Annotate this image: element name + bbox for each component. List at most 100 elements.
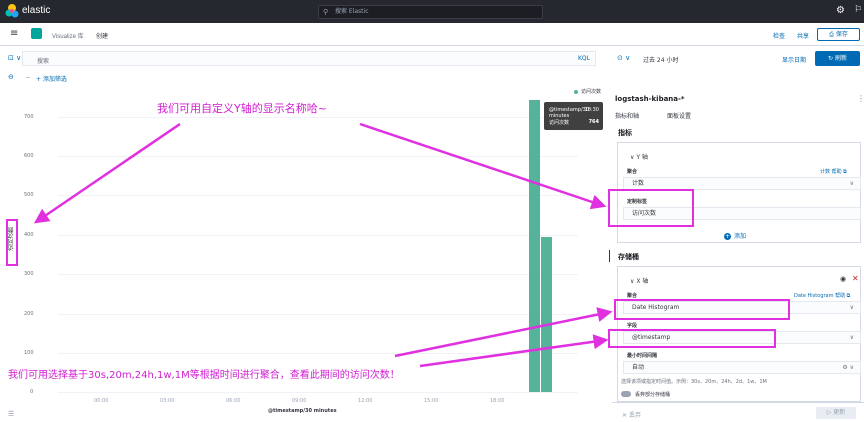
x-tick-label: 15:00 [424,398,439,404]
aggregation-label: 聚合 [627,293,638,299]
show-dates-link[interactable]: 显示日期 [782,55,806,64]
aggregation-value: 计数 [632,180,645,187]
kibana-visualize-window: elastic ⚲ 搜索 Elastic ⚙ ⚐ ≡ Visualize 库 创… [0,0,864,422]
y-tick-label: 300 [24,271,34,277]
kql-language-toggle[interactable]: KQL [578,55,590,62]
y-axis-label: Y 轴 [636,154,648,161]
query-search-input[interactable]: 搜索 [22,51,596,66]
chevron-down-icon: ∨ [849,304,854,311]
breadcrumb-bar: ≡ Visualize 库 创建 检查 共享 ⎙ 保存 [0,23,864,46]
annotation-bottom: 我们可用选择基于30s,20m,24h,1w,1M等根据时间进行聚合，查看此期间… [8,370,400,381]
more-options-icon[interactable]: ⋮ [857,94,864,103]
filter-options-icon[interactable]: ⊖ [8,73,14,81]
global-search-input[interactable]: ⚲ 搜索 Elastic [318,5,543,19]
chart-bar[interactable] [541,237,552,392]
chart-tooltip: @timestamp/30 minutes 18:30 访问次数 764 [544,102,603,130]
aggregation-label: 聚合 [627,169,638,175]
annotation-top: 我们可用自定义Y轴的显示名称哈~ [157,102,327,115]
legend-item[interactable]: 访问次数 [581,88,601,95]
aggregation-highlight [614,299,790,320]
chevron-down-icon: ∨ [849,334,854,341]
y-axis-accordion[interactable]: ∨ Y 轴 [630,152,648,161]
x-axis-accordion[interactable]: ∨ X 轴 [630,276,648,285]
y-axis-title: 访问次数 [8,227,15,251]
chart-bar[interactable] [529,99,540,392]
discard-button[interactable]: ✕ 丢弃 [622,410,641,419]
save-label: 保存 [835,31,848,38]
y-tick-label: 200 [24,311,34,317]
breadcrumb-visualize-library[interactable]: Visualize 库 [52,31,84,40]
settings-icon[interactable]: ⚐ [854,5,862,15]
gear-icon: ⚙ ∨ [842,364,854,371]
y-tick-label: 0 [30,389,34,395]
tab-panel-settings[interactable]: 面板设置 [667,111,691,120]
update-label: 更新 [833,409,846,416]
index-pattern-title: logstash-kibana-* [615,95,685,103]
panel-divider[interactable] [609,250,610,262]
x-tick-label: 12:00 [358,398,373,404]
refresh-label: 刷新 [834,55,847,62]
buckets-section-title: 存储桶 [618,253,639,261]
editor-sidebar: logstash-kibana-* ⋮ 指标和轴 面板设置 指标 ∨ Y 轴 聚… [612,86,864,422]
arrow [394,307,613,358]
add-filter-link[interactable]: + 添加筛选 [36,74,67,83]
date-histogram-help-text: Date Histogram 帮助 [794,293,846,299]
tooltip-key: 访问次数 [549,120,570,126]
custom-label-highlight [608,189,694,227]
grid-line [58,235,578,236]
grid-line [58,195,578,196]
y-tick-label: 700 [24,114,34,120]
interval-select[interactable]: 自动 ⚙ ∨ [623,361,861,374]
collapse-icon[interactable]: ☰ [8,410,14,418]
arrow [359,122,607,210]
interval-label: 最小时间间隔 [627,353,658,359]
tooltip-value: 764 [588,119,599,125]
chevron-down-icon: ∨ [849,180,854,187]
x-axis-label: X 轴 [636,278,649,285]
save-button[interactable]: ⎙ 保存 [817,28,860,41]
help-icon[interactable]: ⚙ [836,5,845,16]
discard-label: 丢弃 [628,412,641,419]
refresh-button[interactable]: ↻ 刷新 [815,51,860,66]
saved-query-icon[interactable]: ⊡ ∨ [8,54,21,62]
tooltip-value: 18:30 [584,107,599,113]
tab-metrics-axes[interactable]: 指标和轴 [615,111,639,120]
clock-icon[interactable]: ⊙ ∨ [617,54,630,62]
x-axis-title: @timestamp/30 minutes [268,408,337,414]
field-highlight [608,329,776,348]
time-range-label[interactable]: 过去 24 小时 [643,55,678,64]
x-tick-label: 00:00 [94,398,109,404]
grid-line [58,314,578,315]
query-placeholder: 搜索 [37,58,50,65]
menu-icon[interactable]: ≡ [10,28,18,39]
sidebar-footer: ✕ 丢弃 ▷ 更新 [612,402,864,422]
metrics-section-title: 指标 [618,129,632,137]
share-link[interactable]: 共享 [797,31,809,40]
y-tick-label: 500 [24,192,34,198]
brand-name: elastic [22,5,51,16]
global-search-placeholder: 搜索 Elastic [335,8,369,15]
inspect-link[interactable]: 检查 [773,31,785,40]
date-histogram-help-link[interactable]: Date Histogram 帮助 ⧉ [794,292,850,299]
remove-icon[interactable]: ✕ [852,274,859,283]
breadcrumb-create: 创建 [96,34,109,40]
grid-line [58,392,578,393]
aggregation-help-link[interactable]: 计数 帮助 ⧉ [820,168,847,175]
eye-icon[interactable]: ◉ [840,275,846,283]
aggregation-help-text: 计数 帮助 [820,169,842,175]
drop-partial-toggle[interactable] [621,391,631,397]
search-icon: ⚲ [323,8,329,16]
interval-value: 自动 [632,364,645,371]
elastic-logo-icon[interactable] [4,3,20,19]
save-icon: ⎙ [829,31,836,38]
filter-dash: -- [26,74,31,81]
add-metric-button[interactable]: + 添加 [724,231,746,240]
visualize-app-icon[interactable] [31,28,42,39]
query-bar: ⊡ ∨ 搜索 KQL ⊙ ∨ 过去 24 小时 显示日期 ↻ 刷新 [0,48,864,70]
update-button[interactable]: ▷ 更新 [816,407,856,419]
filter-bar: ⊖ -- + 添加筛选 [0,70,864,86]
grid-line [58,274,578,275]
drop-partial-label: 丢弃部分存储桶 [635,392,671,398]
x-tick-label: 03:00 [160,398,175,404]
legend-color-swatch[interactable] [574,90,578,94]
